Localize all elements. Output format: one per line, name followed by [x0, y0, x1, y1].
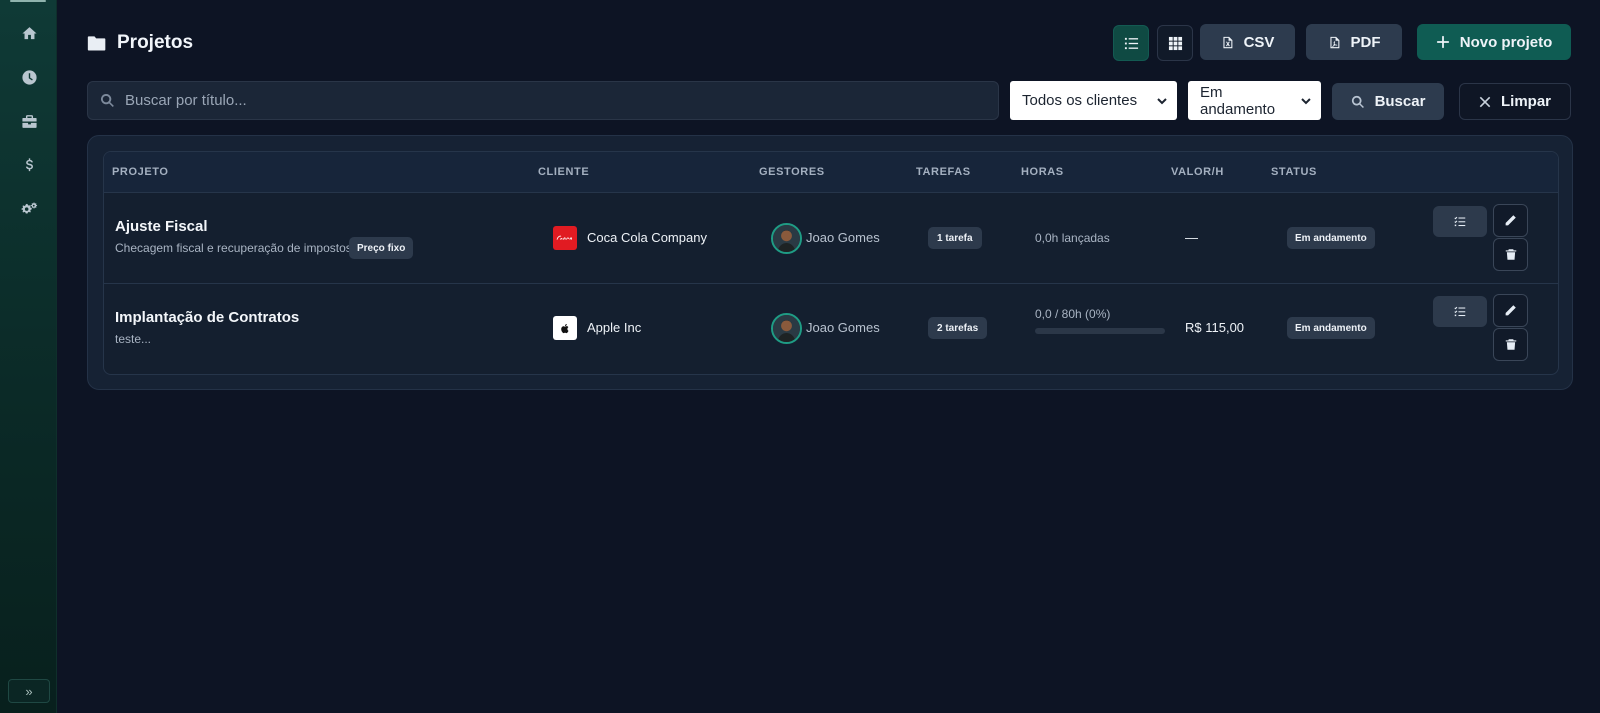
- table-row[interactable]: Ajuste Fiscal Checagem fiscal e recupera…: [104, 193, 1558, 284]
- grid-view-button[interactable]: [1157, 25, 1193, 61]
- status-badge: Em andamento: [1287, 317, 1375, 339]
- tasks-list-button[interactable]: [1433, 206, 1487, 237]
- tasks-badge[interactable]: 2 tarefas: [928, 317, 988, 339]
- manager-photo: [773, 225, 800, 252]
- hourly-rate: R$ 115,00: [1185, 320, 1245, 335]
- sidebar-item-projects[interactable]: [14, 106, 44, 136]
- client-name[interactable]: Apple Inc: [587, 320, 641, 335]
- clear-button-label: Limpar: [1500, 93, 1551, 110]
- sidebar-expand-button[interactable]: »: [8, 679, 50, 703]
- avatar: [771, 223, 802, 254]
- client-select[interactable]: Todos os clientes: [1010, 81, 1177, 120]
- tasks-badge[interactable]: 1 tarefa: [928, 227, 982, 249]
- gears-icon: [20, 201, 37, 214]
- sidebar-item-finance[interactable]: [14, 150, 44, 180]
- search-input[interactable]: [125, 92, 998, 109]
- column-header-cliente[interactable]: CLIENTE: [538, 166, 589, 178]
- file-excel-icon: [1223, 36, 1232, 48]
- hourly-rate: —: [1185, 230, 1198, 245]
- clock-icon: [21, 69, 37, 85]
- folder-icon: [87, 36, 106, 51]
- chevron-down-icon: [1157, 97, 1167, 104]
- export-csv-button[interactable]: CSV: [1200, 24, 1295, 60]
- manager-name[interactable]: Joao Gomes: [806, 320, 880, 335]
- status-badge: Em andamento: [1287, 227, 1375, 249]
- list-icon: [1124, 37, 1138, 49]
- chevron-down-icon: [1301, 97, 1311, 104]
- table-header: PROJETO CLIENTE GESTORES TAREFAS HORAS V…: [104, 152, 1558, 193]
- search-icon: [100, 93, 114, 107]
- client-select-value: Todos os clientes: [1022, 92, 1138, 109]
- file-pdf-icon: [1329, 36, 1339, 48]
- search-button-label: Buscar: [1374, 93, 1426, 110]
- column-header-projeto[interactable]: PROJETO: [112, 166, 169, 178]
- csv-label: CSV: [1243, 33, 1275, 51]
- coca-cola-logo: [553, 226, 577, 250]
- pencil-icon: [1505, 215, 1516, 226]
- search-button[interactable]: Buscar: [1332, 83, 1444, 120]
- sidebar-item-settings[interactable]: [14, 194, 44, 224]
- search-field[interactable]: [87, 81, 999, 120]
- sidebar-item-time[interactable]: [14, 62, 44, 92]
- export-pdf-button[interactable]: PDF: [1306, 24, 1402, 60]
- table-row[interactable]: Implantação de Contratos teste... Apple …: [104, 284, 1558, 374]
- status-select-value: Em andamento: [1200, 83, 1276, 118]
- manager-name[interactable]: Joao Gomes: [806, 230, 880, 245]
- grid-icon: [1168, 36, 1182, 50]
- sidebar: »: [0, 0, 57, 713]
- project-title[interactable]: Implantação de Contratos: [115, 309, 299, 326]
- new-project-label: Novo projeto: [1459, 33, 1553, 51]
- plus-icon: [1436, 35, 1449, 49]
- hours-text: 0,0 / 80h (0%): [1035, 307, 1111, 321]
- coca-cola-logo-script: [556, 235, 572, 240]
- list-check-icon: [1454, 306, 1466, 316]
- page-title: Projetos: [87, 30, 193, 56]
- trash-icon: [1505, 249, 1516, 260]
- hours-progress-bar: [1035, 328, 1165, 334]
- column-header-valor-h[interactable]: VALOR/H: [1171, 166, 1224, 178]
- fixed-price-badge: Preço fixo: [349, 237, 414, 259]
- briefcase-icon: [21, 114, 37, 128]
- edit-button[interactable]: [1493, 204, 1528, 237]
- project-description: teste...: [115, 332, 152, 346]
- apple-logo: [553, 316, 577, 340]
- chevrons-right-icon: »: [25, 683, 33, 699]
- column-header-gestores[interactable]: GESTORES: [759, 166, 825, 178]
- client-name[interactable]: Coca Cola Company: [587, 230, 707, 245]
- delete-button[interactable]: [1493, 328, 1528, 361]
- edit-button[interactable]: [1493, 294, 1528, 327]
- page-title-text: Projetos: [117, 32, 194, 53]
- list-view-button[interactable]: [1113, 25, 1149, 61]
- search-icon: [1351, 95, 1364, 108]
- delete-button[interactable]: [1493, 238, 1528, 271]
- trash-icon: [1505, 339, 1516, 350]
- projects-table: PROJETO CLIENTE GESTORES TAREFAS HORAS V…: [103, 151, 1559, 375]
- pdf-label: PDF: [1350, 33, 1381, 51]
- manager-photo: [773, 315, 800, 342]
- status-select[interactable]: Em andamento: [1188, 81, 1321, 120]
- projects-card: PROJETO CLIENTE GESTORES TAREFAS HORAS V…: [87, 135, 1573, 390]
- sidebar-item-home[interactable]: [14, 18, 44, 48]
- avatar: [771, 313, 802, 344]
- apple-icon: [561, 323, 569, 333]
- pencil-icon: [1505, 305, 1516, 316]
- hours-text: 0,0h lançadas: [1035, 231, 1110, 245]
- new-project-button[interactable]: Novo projeto: [1417, 24, 1571, 60]
- project-title[interactable]: Ajuste Fiscal: [115, 218, 208, 235]
- sidebar-top-indicator: [10, 0, 46, 2]
- dollar-icon: [25, 157, 33, 171]
- close-icon: [1479, 96, 1491, 107]
- clear-button[interactable]: Limpar: [1459, 83, 1571, 120]
- home-icon: [21, 26, 37, 39]
- project-description: Checagem fiscal e recuperação de imposto…: [115, 241, 362, 255]
- column-header-status[interactable]: STATUS: [1271, 166, 1317, 178]
- column-header-horas[interactable]: HORAS: [1021, 166, 1064, 178]
- list-check-icon: [1454, 216, 1466, 226]
- column-header-tarefas[interactable]: TAREFAS: [916, 166, 971, 178]
- tasks-list-button[interactable]: [1433, 296, 1487, 327]
